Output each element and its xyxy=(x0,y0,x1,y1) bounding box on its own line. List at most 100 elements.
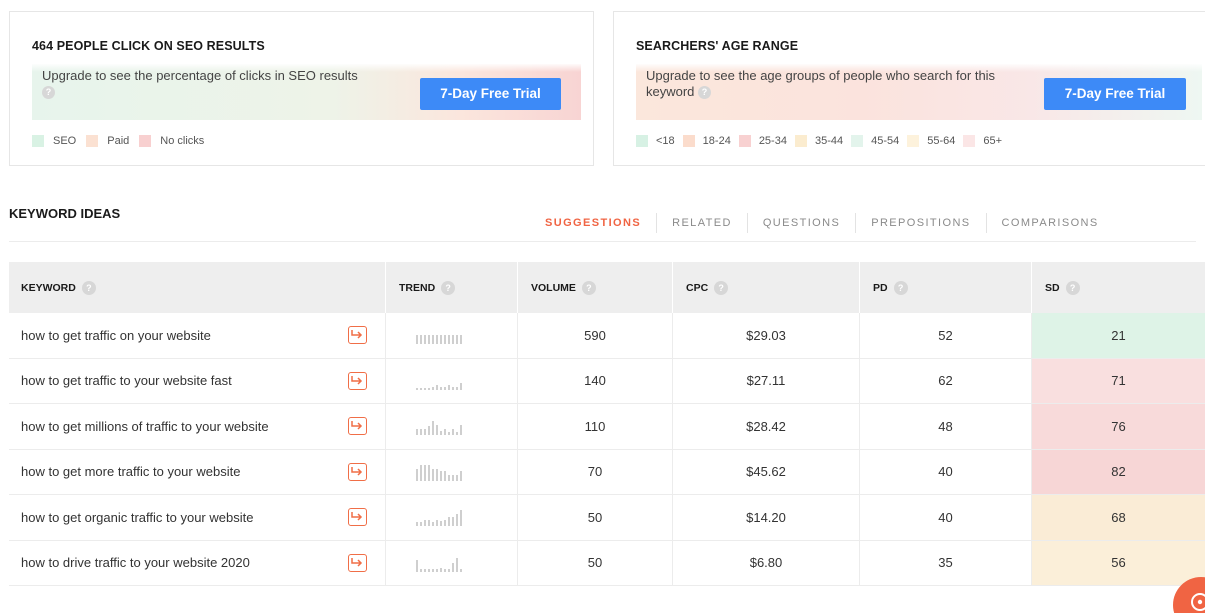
open-keyword-icon[interactable] xyxy=(348,462,367,481)
age-legend: <18 18-24 25-34 35-44 45-54 55-64 65+ xyxy=(636,135,1010,147)
trend-bar xyxy=(436,384,438,390)
column-header-trend[interactable]: TREND? xyxy=(386,262,518,313)
keyword-tabs: SUGGESTIONS RELATED QUESTIONS PREPOSITIONS C… xyxy=(530,213,1114,233)
open-keyword-icon[interactable] xyxy=(348,417,367,436)
trend-bar xyxy=(444,335,446,345)
help-icon[interactable]: ? xyxy=(441,280,456,295)
open-keyword-icon[interactable] xyxy=(348,371,367,390)
keyword-text[interactable]: how to get traffic on your website xyxy=(21,328,211,343)
trend-bar xyxy=(452,429,454,436)
column-header-label: TREND xyxy=(399,281,436,294)
legend-swatch xyxy=(794,135,807,147)
trend-sparkline xyxy=(416,326,464,345)
trend-bar xyxy=(444,568,446,572)
trend-bar xyxy=(456,432,458,436)
open-keyword-icon[interactable] xyxy=(348,326,367,345)
legend-item: Paid xyxy=(86,135,129,147)
keyword-cell: how to get traffic on your website xyxy=(9,313,386,358)
trend-sparkline xyxy=(416,372,464,390)
pd-cell: 52 xyxy=(860,313,1032,358)
cpc-cell: $45.62 xyxy=(673,449,860,494)
column-header-volume[interactable]: VOLUME? xyxy=(518,262,673,313)
cpc-cell: $28.42 xyxy=(673,404,860,449)
cpc-cell: $27.11 xyxy=(673,358,860,403)
trend-bar xyxy=(460,335,462,345)
keyword-text[interactable]: how to get millions of traffic to your w… xyxy=(21,419,269,434)
help-icon[interactable]: ? xyxy=(42,86,55,100)
legend-swatch xyxy=(139,135,152,147)
trend-bar xyxy=(420,522,422,527)
column-header-label: CPC xyxy=(686,281,709,294)
trend-bar xyxy=(416,429,418,436)
table-header: KEYWORD? TREND? VOLUME? CPC? PD? SD? xyxy=(9,262,1205,313)
age-free-trial-button[interactable]: 7-Day Free Trial xyxy=(1044,78,1186,110)
tab-comparisons[interactable]: COMPARISONS xyxy=(987,217,1114,229)
keyword-cell: how to get more traffic to your website xyxy=(9,449,386,494)
help-icon[interactable]: ? xyxy=(581,280,596,295)
trend-bar xyxy=(456,557,458,572)
legend-item: No clicks xyxy=(139,135,204,147)
volume-cell: 70 xyxy=(518,449,673,494)
volume-cell: 590 xyxy=(518,313,673,358)
open-keyword-icon[interactable] xyxy=(348,553,367,572)
trend-bar xyxy=(416,468,418,481)
trend-bar xyxy=(444,520,446,527)
legend-swatch xyxy=(907,135,920,147)
column-header-cpc[interactable]: CPC? xyxy=(673,262,860,313)
trend-bar xyxy=(424,335,426,345)
cpc-cell: $6.80 xyxy=(673,540,860,585)
legend-item: 55-64 xyxy=(907,135,955,147)
keyword-text[interactable]: how to get traffic to your website fast xyxy=(21,373,232,388)
trend-bar xyxy=(436,468,438,481)
sd-cell: 56 xyxy=(1032,540,1205,585)
legend-item: <18 xyxy=(636,135,675,147)
age-range-title: SEARCHERS' AGE RANGE xyxy=(636,39,799,53)
column-header-keyword[interactable]: KEYWORD? xyxy=(9,262,386,313)
help-icon[interactable]: ? xyxy=(893,280,908,295)
legend-item: 18-24 xyxy=(682,135,731,147)
keyword-cell: how to get organic traffic to your websi… xyxy=(9,495,386,540)
trend-cell xyxy=(386,449,518,494)
pd-cell: 40 xyxy=(860,495,1032,540)
table-body: how to get traffic on your website 590 $29… xyxy=(9,313,1205,586)
seo-free-trial-button[interactable]: 7-Day Free Trial xyxy=(420,78,561,110)
sd-cell: 76 xyxy=(1032,404,1205,449)
help-icon[interactable]: ? xyxy=(1065,280,1080,295)
column-header-label: KEYWORD xyxy=(21,281,76,294)
trend-bar xyxy=(424,429,426,436)
trend-sparkline xyxy=(416,417,464,436)
help-icon[interactable]: ? xyxy=(81,280,96,295)
trend-bar xyxy=(428,387,430,390)
column-header-sd[interactable]: SD? xyxy=(1032,262,1205,313)
column-header-pd[interactable]: PD? xyxy=(860,262,1032,313)
keyword-text[interactable]: how to get organic traffic to your websi… xyxy=(21,510,253,525)
trend-bar xyxy=(420,568,422,572)
column-header-label: SD xyxy=(1045,281,1060,294)
pd-cell: 40 xyxy=(860,449,1032,494)
legend-label: 18-24 xyxy=(702,135,731,147)
trend-bar xyxy=(436,520,438,527)
trend-bar xyxy=(432,421,434,436)
tab-questions[interactable]: QUESTIONS xyxy=(748,217,855,229)
trend-bar xyxy=(424,568,426,572)
table-row: how to get more traffic to your website 7… xyxy=(9,449,1205,495)
keyword-text[interactable]: how to drive traffic to your website 202… xyxy=(21,555,250,570)
trend-bar xyxy=(424,520,426,527)
help-icon[interactable]: ? xyxy=(698,86,712,100)
tab-related[interactable]: RELATED xyxy=(657,217,747,229)
trend-bar xyxy=(420,335,422,345)
tab-suggestions[interactable]: SUGGESTIONS xyxy=(530,217,656,229)
help-icon[interactable]: ? xyxy=(714,280,729,295)
trend-bar xyxy=(440,521,442,527)
trend-bar xyxy=(448,568,450,572)
seo-clicks-card: 464 PEOPLE CLICK ON SEO RESULTS Upgrade … xyxy=(9,11,594,166)
open-keyword-icon[interactable] xyxy=(348,508,367,527)
tab-prepositions[interactable]: PREPOSITIONS xyxy=(856,217,985,229)
trend-bar xyxy=(416,387,418,390)
legend-label: Paid xyxy=(107,135,130,147)
keyword-text[interactable]: how to get more traffic to your website xyxy=(21,464,240,479)
seo-legend: SEO Paid No clicks xyxy=(32,135,214,147)
trend-bar xyxy=(460,568,462,572)
volume-cell: 110 xyxy=(518,404,673,449)
trend-bar xyxy=(452,474,454,481)
